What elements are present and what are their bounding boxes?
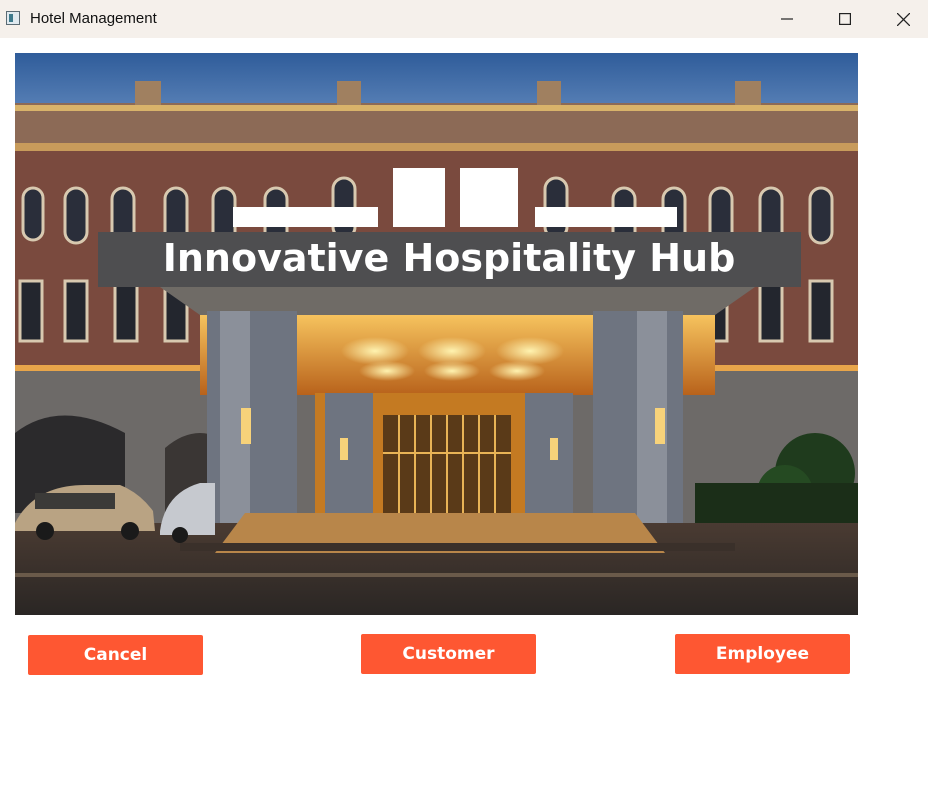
employee-button[interactable]: Employee <box>675 634 850 674</box>
app-window-icon <box>6 11 20 25</box>
hotel-photo: Innovative Hospitality Hub <box>15 53 858 615</box>
customer-button[interactable]: Customer <box>361 634 536 674</box>
title-bar: Hotel Management <box>0 0 928 38</box>
minimize-button[interactable] <box>758 0 816 38</box>
close-icon <box>896 12 910 26</box>
banner-text: Innovative Hospitality Hub <box>163 236 736 280</box>
hotel-facade-image: Innovative Hospitality Hub <box>15 53 858 615</box>
maximize-button[interactable] <box>816 0 874 38</box>
minimize-icon <box>781 18 793 20</box>
close-button[interactable] <box>874 0 928 38</box>
window-title: Hotel Management <box>30 10 157 27</box>
cancel-button[interactable]: Cancel <box>28 635 203 675</box>
maximize-icon <box>839 13 851 25</box>
